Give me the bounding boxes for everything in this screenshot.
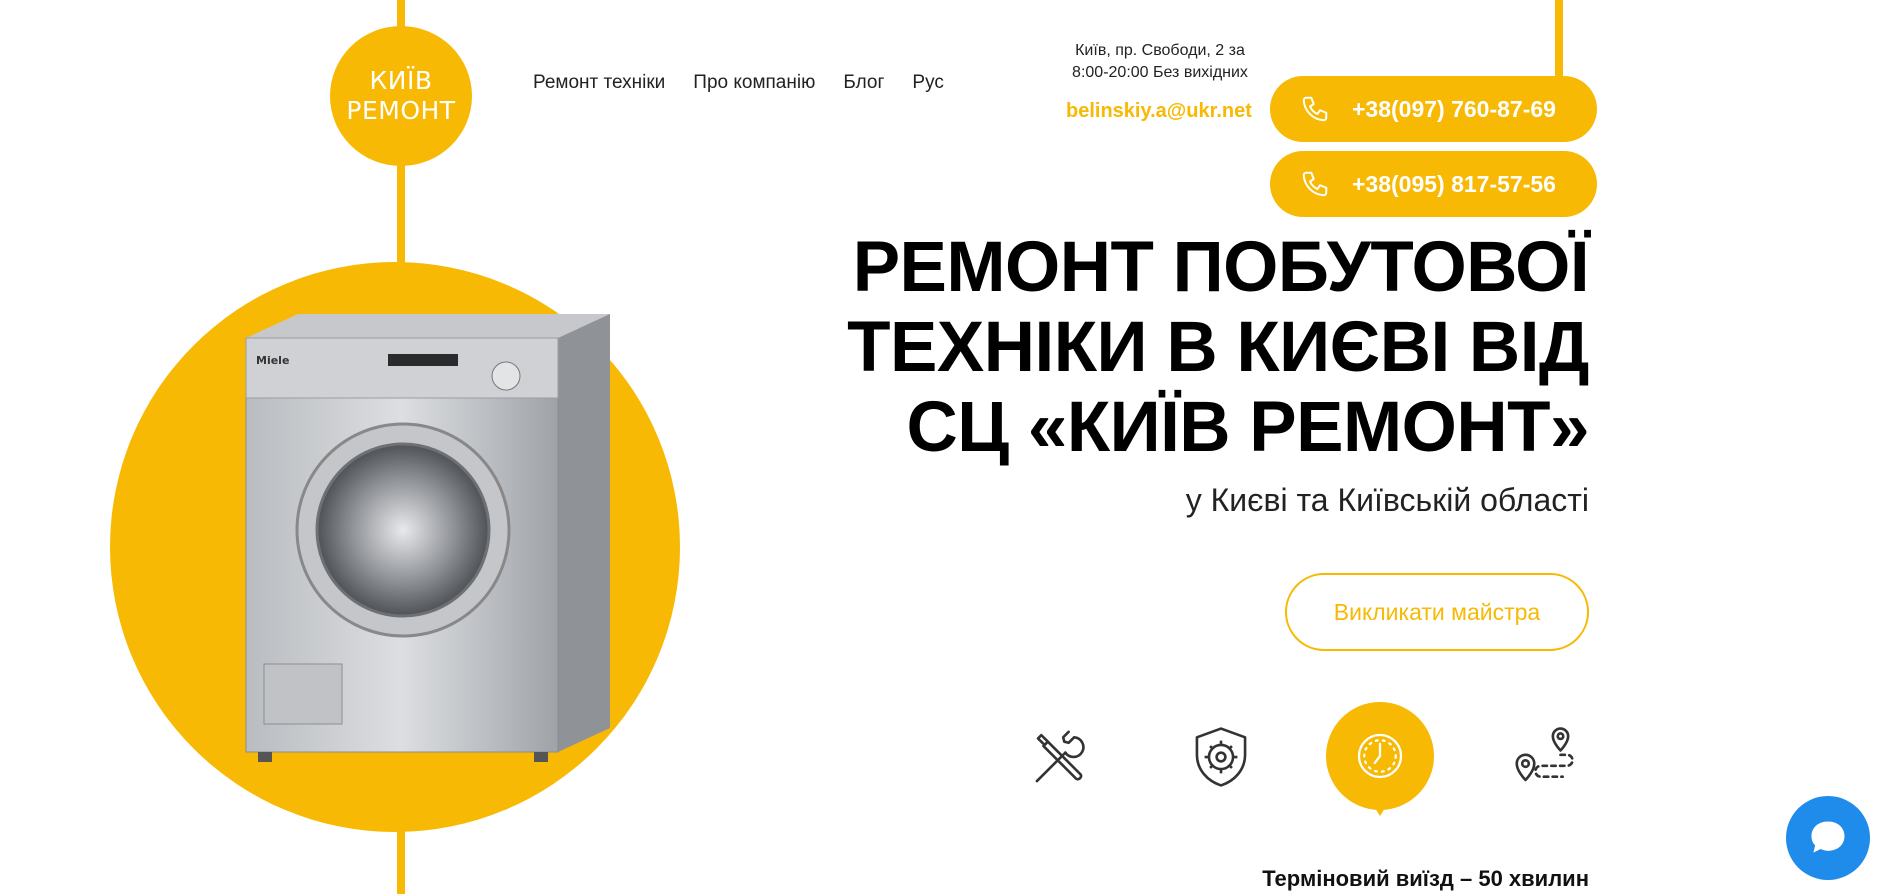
logo-line-2: РЕМОНТ bbox=[346, 96, 456, 125]
decor-line-top-right bbox=[1555, 0, 1563, 80]
washing-machine-image: Miele bbox=[245, 314, 610, 762]
feature-caption: Терміновий виїзд – 50 хвилин bbox=[1262, 866, 1589, 891]
decor-line-logo-to-hero bbox=[397, 150, 405, 270]
chat-widget-button[interactable] bbox=[1786, 796, 1870, 880]
brand-label: Miele bbox=[256, 354, 289, 367]
nav-item-about[interactable]: Про компанію bbox=[693, 72, 815, 94]
headline-line-2: ТЕХНІКИ В КИЄВІ ВІД bbox=[847, 308, 1589, 387]
tools-icon[interactable] bbox=[1026, 722, 1096, 792]
headline-line-3: СЦ «КИЇВ РЕМОНТ» bbox=[906, 388, 1589, 467]
phone-icon bbox=[1300, 94, 1330, 124]
shield-gear-icon[interactable] bbox=[1186, 722, 1256, 792]
address-text: Київ, пр. Свободи, 2 за bbox=[1075, 42, 1245, 59]
nav-item-repair[interactable]: Ремонт техніки bbox=[533, 72, 665, 94]
phone-number-1: +38(097) 760-87-69 bbox=[1352, 95, 1556, 122]
hero-subtitle: у Києві та Київській області bbox=[1185, 482, 1589, 518]
phone-icon bbox=[1300, 169, 1330, 199]
phone-number-2: +38(095) 817-57-56 bbox=[1352, 170, 1556, 197]
nav-item-blog[interactable]: Блог bbox=[843, 72, 884, 94]
call-master-button[interactable]: Викликати майстра bbox=[1285, 573, 1589, 651]
logo-line-1: КИЇВ bbox=[369, 66, 433, 95]
headline-line-1: РЕМОНТ ПОБУТОВОЇ bbox=[852, 228, 1590, 307]
nav-item-language[interactable]: Рус bbox=[912, 72, 943, 94]
email-link[interactable]: belinskiy.a@ukr.net bbox=[1066, 100, 1252, 123]
phone-button-1[interactable]: +38(097) 760-87-69 bbox=[1270, 76, 1597, 142]
working-hours: 8:00-20:00 Без вихідних bbox=[1072, 64, 1248, 81]
route-pin-icon[interactable] bbox=[1508, 722, 1578, 792]
hero-headline: РЕМОНТ ПОБУТОВОЇ ТЕХНІКИ В КИЄВІ ВІД СЦ … bbox=[809, 228, 1589, 468]
main-nav: Ремонт техніки Про компанію Блог Рус bbox=[533, 72, 944, 94]
address-block: Київ, пр. Свободи, 2 за 8:00-20:00 Без в… bbox=[1060, 40, 1260, 84]
active-feature-pointer bbox=[1370, 800, 1390, 816]
clock-icon[interactable] bbox=[1326, 702, 1434, 810]
chat-bubble-icon bbox=[1811, 821, 1845, 853]
phone-button-2[interactable]: +38(095) 817-57-56 bbox=[1270, 151, 1597, 217]
logo[interactable]: КИЇВ РЕМОНТ bbox=[330, 26, 472, 166]
